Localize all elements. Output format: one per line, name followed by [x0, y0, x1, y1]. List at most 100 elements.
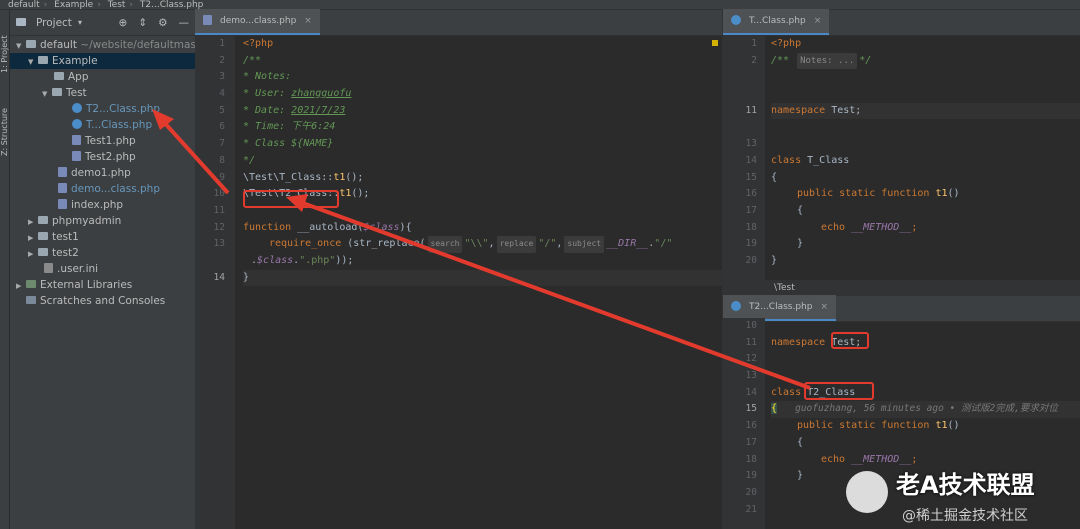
hide-icon[interactable]: —: [179, 17, 190, 29]
chevron-down-icon[interactable]: ▾: [78, 18, 82, 27]
tree-item-index[interactable]: index.php: [10, 197, 195, 213]
close-icon[interactable]: ×: [814, 8, 822, 34]
scratches-icon: [26, 296, 36, 304]
tree-item-demo-class[interactable]: demo...class.php: [10, 181, 195, 197]
code-line: /**: [243, 54, 262, 66]
php-class-icon: [731, 301, 741, 311]
line-number-gutter: 1 2 3 4 5 6 7 8 9 10 11 12 13 14: [195, 36, 235, 529]
warning-marker-icon[interactable]: [712, 40, 718, 46]
php-file-icon: [58, 183, 67, 193]
code-area[interactable]: <?php /** * Notes: * User: zhangguofu * …: [243, 36, 722, 529]
collapsed-arrow-icon[interactable]: ▶: [28, 214, 38, 229]
php-file-icon: [72, 151, 81, 161]
highlight-box: [831, 332, 869, 349]
highlight-box: [243, 190, 339, 208]
tab-t-class[interactable]: T...Class.php ×: [723, 8, 830, 35]
code-line: echo __METHOD__;: [821, 221, 918, 233]
tree-item-phpmyadmin[interactable]: ▶ phpmyadmin: [10, 213, 195, 229]
tree-item-root[interactable]: ▼ default ~/website/defaultmas: [10, 37, 195, 53]
code-line-current: }: [243, 269, 722, 287]
breadcrumb: default › Example › Test › T2...Class.php: [0, 0, 1080, 10]
tree-item-test1-folder[interactable]: ▶ test1: [10, 229, 195, 245]
folder-icon: [16, 17, 26, 26]
editor-left: demo...class.php × 1 2 3 4 5 6 7 8 9 10 …: [195, 9, 722, 529]
editor-tab-bar: demo...class.php ×: [195, 9, 722, 36]
tree-item-app[interactable]: App: [10, 69, 195, 85]
folded-comment[interactable]: Notes: ...: [797, 52, 858, 70]
tree-item-t2-class[interactable]: T2...Class.php: [10, 101, 195, 117]
tree-item-test2-folder[interactable]: ▶ test2: [10, 245, 195, 261]
folder-icon: [38, 232, 48, 240]
parameter-hint: replace: [496, 236, 537, 253]
code-line: <?php: [243, 38, 274, 49]
tree-item-t-class[interactable]: T...Class.php: [10, 117, 195, 133]
folder-icon: [38, 216, 48, 224]
expand-arrow-icon[interactable]: ▼: [42, 86, 52, 101]
tree-item-demo1[interactable]: demo1.php: [10, 165, 195, 181]
code-line: }: [797, 238, 804, 250]
structure-tool-button[interactable]: Z: Structure: [0, 100, 10, 164]
collapsed-arrow-icon[interactable]: ▶: [28, 246, 38, 261]
tree-item-test1[interactable]: Test1.php: [10, 133, 195, 149]
folder-icon: [38, 56, 48, 64]
collapse-all-icon[interactable]: ⇕: [138, 17, 147, 29]
close-icon[interactable]: ×: [304, 8, 312, 34]
expand-arrow-icon[interactable]: ▼: [16, 38, 26, 53]
code-line: function __autoload($class){: [243, 221, 412, 233]
code-line: .$class.".php"));: [251, 254, 354, 266]
php-file-icon: [72, 135, 81, 145]
editor-tab-bar: T...Class.php ×: [723, 8, 1080, 36]
php-file-icon: [58, 167, 67, 177]
expand-arrow-icon[interactable]: ▼: [28, 54, 38, 69]
breadcrumb-item[interactable]: default: [8, 0, 40, 9]
breadcrumb-item[interactable]: Test: [108, 0, 126, 9]
locate-icon[interactable]: ⊕: [118, 17, 127, 29]
wechat-logo-icon: [846, 471, 888, 513]
code-line: */: [243, 154, 256, 166]
collapsed-arrow-icon[interactable]: ▶: [28, 230, 38, 245]
code-line: \Test\T_Class::t1();: [243, 171, 364, 183]
code-area[interactable]: <?php /** Notes: ... */ namespace Test; c…: [771, 36, 1080, 280]
breadcrumb-item[interactable]: T2...Class.php: [140, 0, 203, 9]
highlight-box: [804, 382, 874, 400]
tree-item-scratches[interactable]: Scratches and Consoles: [10, 293, 195, 309]
code-line-current: namespace Test;: [771, 102, 1080, 120]
tree-item-external-libraries[interactable]: ▶ External Libraries: [10, 277, 195, 293]
code-line: <?php: [771, 38, 802, 49]
git-blame-annotation: guofuzhang, 56 minutes ago • 测试版2完成,要求对位: [795, 403, 1058, 415]
collapsed-arrow-icon[interactable]: ▶: [16, 278, 26, 293]
code-line: * Time: 下午6:24: [243, 121, 336, 133]
code-line: * Class ${NAME}: [243, 138, 334, 150]
tab-demo-class[interactable]: demo...class.php ×: [195, 9, 320, 35]
gear-icon[interactable]: ⚙: [158, 17, 167, 29]
php-class-icon: [72, 119, 82, 129]
project-tool-button[interactable]: 1: Project: [0, 24, 10, 84]
code-line: }: [771, 254, 778, 266]
folder-icon: [54, 72, 64, 80]
editor-top-right: T...Class.php × 1 2 11 13 14 15 16 17 18…: [722, 8, 1080, 280]
php-class-icon: [731, 15, 741, 25]
php-file-icon: [58, 199, 67, 209]
folder-icon: [26, 40, 36, 48]
config-file-icon: [44, 263, 53, 273]
code-line: * Notes:: [243, 71, 292, 83]
library-icon: [26, 280, 36, 288]
tool-window-strip: 1: Project Z: Structure: [0, 10, 10, 529]
breadcrumb-item[interactable]: Example: [54, 0, 93, 9]
php-file-icon: [203, 15, 212, 25]
tree-item-example[interactable]: ▼ Example: [10, 53, 195, 69]
code-line: {: [797, 204, 804, 216]
code-line: /** Notes: ... */: [771, 52, 1080, 70]
parameter-hint: subject: [564, 236, 605, 253]
code-line: public static function t1(): [797, 188, 960, 200]
line-number-gutter: 1 2 11 13 14 15 16 17 18 19 20: [723, 36, 765, 280]
project-toolbar: Project ▾ ⊕ ⇕ ⚙ —: [10, 10, 195, 36]
tree-item-test2[interactable]: Test2.php: [10, 149, 195, 165]
tree-item-user-ini[interactable]: .user.ini: [10, 261, 195, 277]
close-icon[interactable]: ×: [820, 294, 828, 320]
code-line: * User: zhangguofu: [243, 88, 352, 100]
tree-item-test[interactable]: ▼ Test: [10, 85, 195, 101]
code-line: * Date: 2021/7/23: [243, 104, 346, 116]
project-view-title[interactable]: Project: [36, 17, 72, 29]
code-line: class T_Class: [771, 154, 850, 166]
